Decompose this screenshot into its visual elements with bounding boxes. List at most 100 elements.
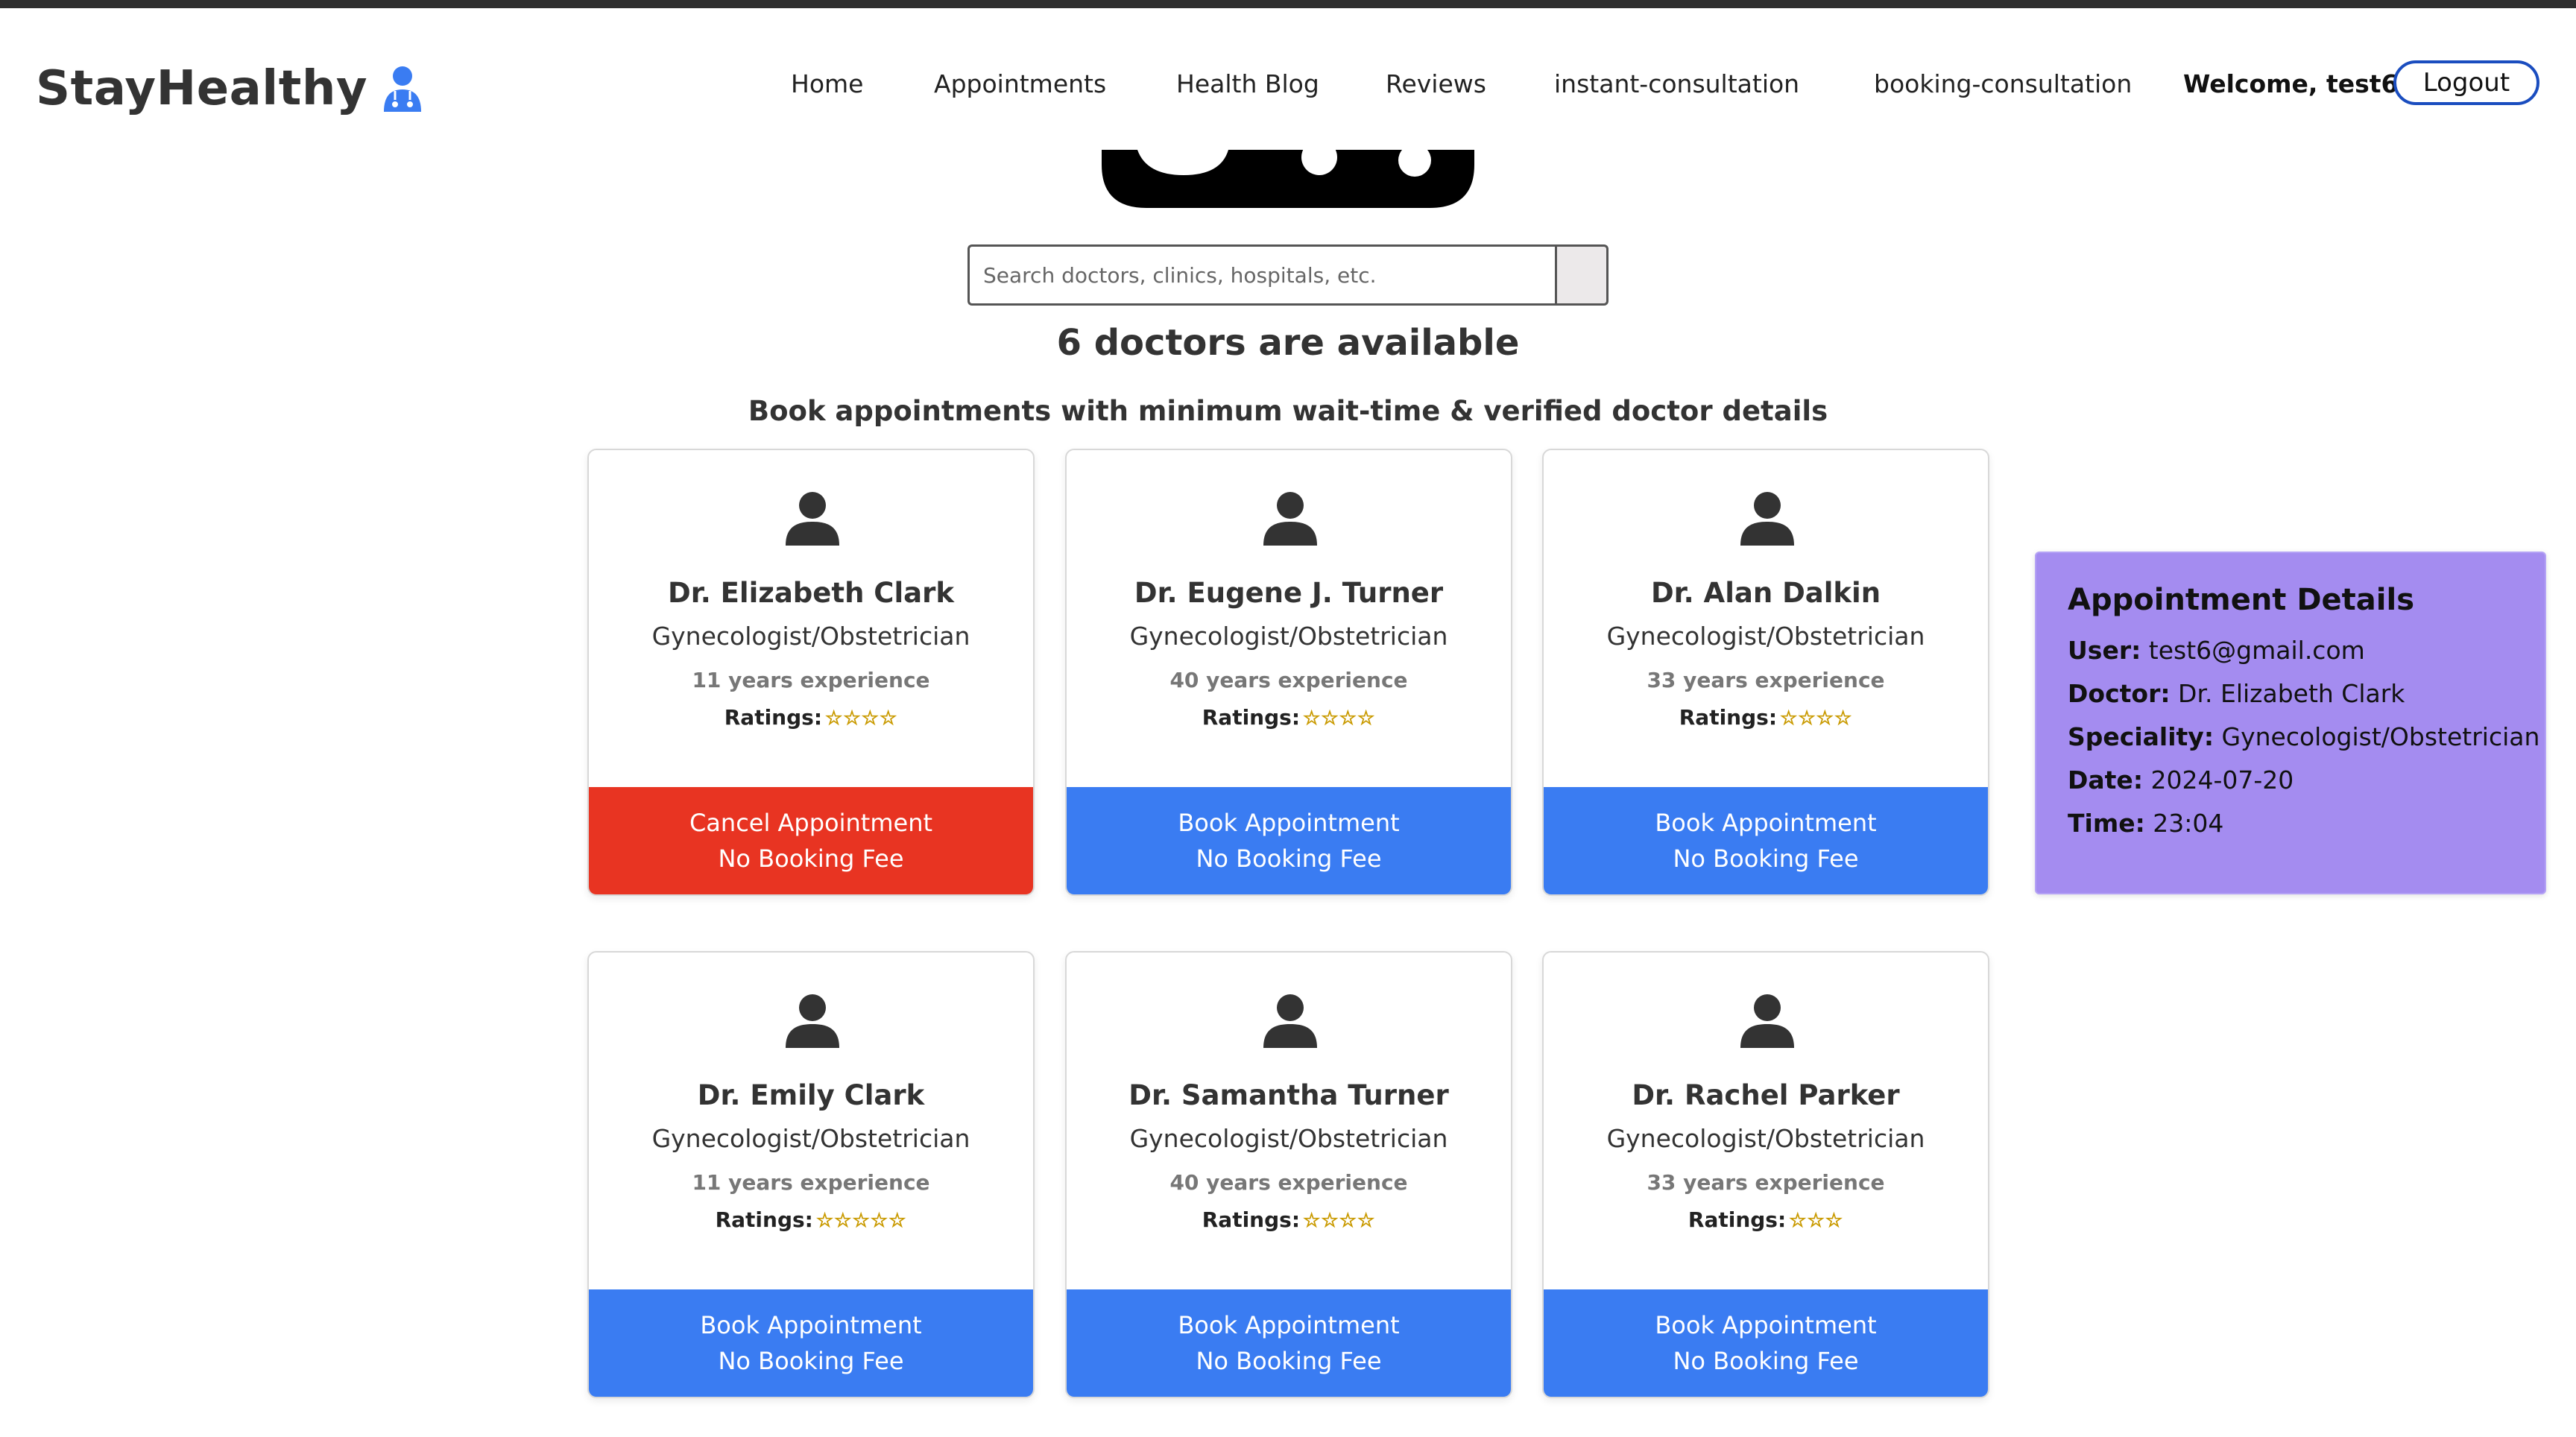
doctor-card: Dr. Samantha Turner Gynecologist/Obstetr… bbox=[1065, 951, 1512, 1398]
doctor-card: Dr. Rachel Parker Gynecologist/Obstetric… bbox=[1542, 951, 1989, 1398]
ratings-label: Ratings: bbox=[1202, 705, 1301, 730]
appointment-details-title: Appointment Details bbox=[2068, 583, 2415, 617]
cancel-appointment-button[interactable]: Cancel Appointment No Booking Fee bbox=[589, 787, 1033, 894]
booking-fee-label: No Booking Fee bbox=[1196, 1347, 1382, 1375]
doctors-available-heading: 6 doctors are available bbox=[1056, 322, 1520, 364]
nav-booking-consultation[interactable]: booking-consultation bbox=[1874, 69, 2132, 98]
user-value: test6@gmail.com bbox=[2148, 636, 2365, 665]
speciality-label: Speciality: bbox=[2068, 722, 2214, 751]
user-icon bbox=[1238, 487, 1342, 547]
doctor-ratings: Ratings: ☆☆☆☆ bbox=[1544, 705, 1988, 730]
doctor-ratings: Ratings: ☆☆☆ bbox=[1544, 1207, 1988, 1233]
book-appointment-button[interactable]: Book Appointment No Booking Fee bbox=[1544, 787, 1988, 894]
booking-fee-label: No Booking Fee bbox=[718, 1347, 904, 1375]
doctor-speciality: Gynecologist/Obstetrician bbox=[1129, 622, 1448, 651]
welcome-text: Welcome, test6 bbox=[2183, 69, 2399, 98]
doctor-experience: 33 years experience bbox=[1647, 668, 1885, 692]
doctor-speciality: Gynecologist/Obstetrician bbox=[1129, 1124, 1448, 1153]
doctor-label: Doctor: bbox=[2068, 679, 2171, 708]
button-label: Book Appointment bbox=[700, 1311, 922, 1339]
booking-fee-label: No Booking Fee bbox=[1673, 1347, 1859, 1375]
time-label: Time: bbox=[2068, 809, 2145, 838]
doctor-card: Dr. Elizabeth Clark Gynecologist/Obstetr… bbox=[587, 449, 1035, 896]
doctor-ratings: Ratings: ☆☆☆☆ bbox=[589, 705, 1033, 730]
doctor-name: Dr. Elizabeth Clark bbox=[668, 577, 954, 609]
ratings-label: Ratings: bbox=[1202, 1207, 1301, 1232]
ratings-label: Ratings: bbox=[724, 705, 823, 730]
brand-logo[interactable]: StayHealthy bbox=[36, 51, 429, 126]
date-value: 2024-07-20 bbox=[2150, 765, 2294, 795]
doctor-speciality: Gynecologist/Obstetrician bbox=[651, 622, 970, 651]
search-input[interactable] bbox=[967, 244, 1555, 306]
navbar: StayHealthy Home Appointments Health Blo… bbox=[0, 8, 2576, 150]
user-icon bbox=[1238, 990, 1342, 1049]
doctor-ratings: Ratings: ☆☆☆☆ bbox=[1067, 705, 1511, 730]
top-border-strip bbox=[0, 0, 2576, 8]
nav-home[interactable]: Home bbox=[791, 69, 863, 98]
appointment-details-panel: Appointment Details User: test6@gmail.co… bbox=[2035, 552, 2546, 894]
book-appointment-button[interactable]: Book Appointment No Booking Fee bbox=[589, 1289, 1033, 1397]
button-label: Book Appointment bbox=[1655, 1311, 1877, 1339]
doctor-experience: 40 years experience bbox=[1169, 1170, 1408, 1195]
star-rating-icon: ☆☆☆☆ bbox=[1303, 1210, 1376, 1233]
booking-fee-label: No Booking Fee bbox=[718, 844, 904, 873]
doctor-speciality: Gynecologist/Obstetrician bbox=[651, 1124, 970, 1153]
time-value: 23:04 bbox=[2153, 809, 2224, 838]
book-appointment-button[interactable]: Book Appointment No Booking Fee bbox=[1544, 1289, 1988, 1397]
ratings-label: Ratings: bbox=[1688, 1207, 1787, 1232]
book-appointment-button[interactable]: Book Appointment No Booking Fee bbox=[1067, 787, 1511, 894]
doctor-experience: 33 years experience bbox=[1647, 1170, 1885, 1195]
button-label: Book Appointment bbox=[1178, 809, 1400, 837]
doctor-name: Dr. Emily Clark bbox=[697, 1079, 925, 1111]
nav-health-blog[interactable]: Health Blog bbox=[1176, 69, 1319, 98]
star-rating-icon: ☆☆☆☆ bbox=[1780, 707, 1853, 730]
nav-instant-consultation[interactable]: instant-consultation bbox=[1554, 69, 1799, 98]
booking-fee-label: No Booking Fee bbox=[1673, 844, 1859, 873]
user-icon bbox=[760, 990, 865, 1049]
star-rating-icon: ☆☆☆☆ bbox=[1303, 707, 1376, 730]
user-icon bbox=[1715, 487, 1819, 547]
doctors-subtitle: Book appointments with minimum wait-time… bbox=[748, 395, 1828, 427]
logout-button[interactable]: Logout bbox=[2393, 60, 2539, 105]
button-label: Cancel Appointment bbox=[689, 809, 933, 837]
star-rating-icon: ☆☆☆☆ bbox=[825, 707, 898, 730]
doctor-card: Dr. Alan Dalkin Gynecologist/Obstetricia… bbox=[1542, 449, 1989, 896]
user-icon bbox=[1715, 990, 1819, 1049]
hero-illustration bbox=[1102, 150, 1474, 208]
book-appointment-button[interactable]: Book Appointment No Booking Fee bbox=[1067, 1289, 1511, 1397]
star-rating-icon: ☆☆☆ bbox=[1789, 1210, 1844, 1233]
doctor-experience: 11 years experience bbox=[692, 668, 930, 692]
date-label: Date: bbox=[2068, 765, 2144, 795]
user-label: User: bbox=[2068, 636, 2141, 665]
doctor-name: Dr. Samantha Turner bbox=[1128, 1079, 1449, 1111]
doctor-name: Dr. Alan Dalkin bbox=[1650, 577, 1881, 609]
appointment-time: Time: 23:04 bbox=[2068, 802, 2545, 845]
nav-appointments[interactable]: Appointments bbox=[934, 69, 1106, 98]
doctor-ratings: Ratings: ☆☆☆☆☆ bbox=[589, 1207, 1033, 1233]
button-label: Book Appointment bbox=[1178, 1311, 1400, 1339]
speciality-value: Gynecologist/Obstetrician bbox=[2221, 722, 2540, 751]
ratings-label: Ratings: bbox=[1679, 705, 1778, 730]
ratings-label: Ratings: bbox=[715, 1207, 813, 1232]
doctor-value: Dr. Elizabeth Clark bbox=[2178, 679, 2405, 708]
doctor-experience: 40 years experience bbox=[1169, 668, 1408, 692]
doctor-name: Dr. Rachel Parker bbox=[1632, 1079, 1900, 1111]
doctor-card: Dr. Eugene J. Turner Gynecologist/Obstet… bbox=[1065, 449, 1512, 896]
user-icon bbox=[760, 487, 865, 547]
button-label: Book Appointment bbox=[1655, 809, 1877, 837]
brand-name: StayHealthy bbox=[36, 61, 368, 116]
doctor-speciality: Gynecologist/Obstetrician bbox=[1606, 1124, 1925, 1153]
doctor-ratings: Ratings: ☆☆☆☆ bbox=[1067, 1207, 1511, 1233]
appointment-user: User: test6@gmail.com bbox=[2068, 629, 2545, 672]
doctor-speciality: Gynecologist/Obstetrician bbox=[1606, 622, 1925, 651]
appointment-speciality: Speciality: Gynecologist/Obstetrician bbox=[2068, 716, 2545, 759]
star-rating-icon: ☆☆☆☆☆ bbox=[815, 1210, 907, 1233]
doctor-cards-grid: Dr. Elizabeth Clark Gynecologist/Obstetr… bbox=[587, 449, 1990, 1400]
doctor-experience: 11 years experience bbox=[692, 1170, 930, 1195]
search-button[interactable] bbox=[1555, 244, 1609, 306]
appointment-doctor: Doctor: Dr. Elizabeth Clark bbox=[2068, 672, 2545, 716]
doctor-name: Dr. Eugene J. Turner bbox=[1134, 577, 1444, 609]
nav-reviews[interactable]: Reviews bbox=[1386, 69, 1486, 98]
doctor-card: Dr. Emily Clark Gynecologist/Obstetricia… bbox=[587, 951, 1035, 1398]
booking-fee-label: No Booking Fee bbox=[1196, 844, 1382, 873]
